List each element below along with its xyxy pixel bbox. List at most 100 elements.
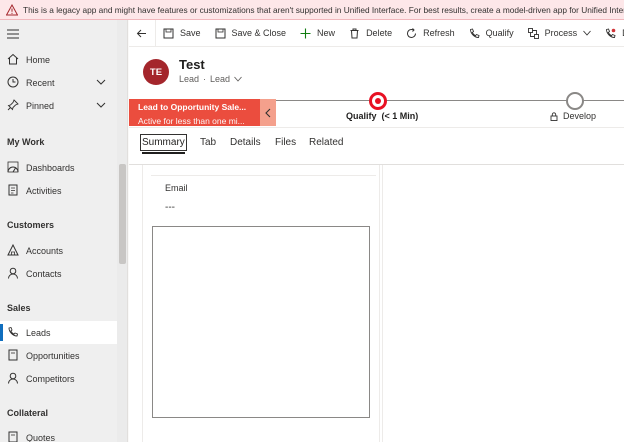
sidebar-item-label: Home: [26, 54, 51, 65]
chevron-down-icon[interactable]: [96, 78, 106, 86]
tab-summary[interactable]: Summary: [140, 134, 187, 154]
refresh-icon: [407, 27, 417, 38]
separator-dot: ·: [203, 74, 207, 84]
tab-files-label: Files: [275, 137, 297, 148]
tab-tab[interactable]: Tab: [200, 137, 216, 148]
embedded-frame[interactable]: [152, 226, 370, 418]
sidebar-item-label: Contacts: [26, 268, 62, 279]
bpf-process-name: Lead to Opportunity Sale...: [138, 102, 247, 112]
bpf-stage-qualify-label[interactable]: Qualify (< 1 Min): [346, 111, 418, 121]
save-and-close-button[interactable]: Save & Close: [208, 20, 294, 46]
person-icon: [8, 267, 18, 279]
bpf-stage-qualify-marker[interactable]: [369, 92, 387, 110]
sidebar-item-quotes[interactable]: Quotes: [0, 426, 117, 442]
overflow-command-button[interactable]: Di: [598, 20, 624, 46]
business-process-flow: Lead to Opportunity Sale... Active for l…: [129, 92, 624, 128]
phone-disconnect-icon: [606, 27, 616, 38]
arrow-left-icon: [136, 29, 146, 37]
sidebar-item-label: Recent: [26, 77, 55, 88]
qualify-label: Qualify: [485, 28, 514, 38]
sidebar-item-recent[interactable]: Recent: [0, 71, 117, 94]
sidebar-item-label: Competitors: [26, 373, 75, 384]
bpf-collapse-button[interactable]: [260, 99, 276, 126]
save-icon: [215, 28, 226, 38]
email-field-label: Email: [165, 183, 188, 193]
home-icon: [7, 53, 19, 65]
entity-name: Lead: [179, 74, 200, 84]
sidebar-item-label: Pinned: [26, 100, 55, 111]
process-button[interactable]: Process: [521, 20, 599, 46]
sidebar-group-customers: Customers: [7, 220, 55, 230]
sidebar-item-label: Accounts: [26, 245, 64, 256]
tab-related-label: Related: [309, 137, 344, 148]
chevron-down-icon[interactable]: [234, 76, 242, 82]
sidebar-group-my-work: My Work: [7, 137, 45, 147]
document-icon: [8, 349, 18, 361]
activities-icon: [8, 184, 18, 196]
tab-files[interactable]: Files: [275, 137, 296, 148]
right-column: [382, 165, 624, 442]
record-title: Test: [179, 57, 205, 72]
trash-icon: [350, 28, 359, 38]
sidebar-item-pinned[interactable]: Pinned: [0, 94, 117, 117]
sidebar-item-label: Leads: [26, 327, 51, 338]
delete-label: Delete: [366, 28, 393, 38]
back-button[interactable]: [129, 20, 156, 46]
section-divider: [151, 175, 376, 176]
bpf-stage-develop-marker[interactable]: [566, 92, 584, 110]
record-subtitle: Lead · Lead: [179, 74, 242, 84]
sidebar-item-label: Dashboards: [26, 162, 75, 173]
chevron-down-icon[interactable]: [96, 101, 106, 109]
building-icon: [7, 244, 19, 256]
refresh-button[interactable]: Refresh: [399, 20, 462, 46]
tab-related[interactable]: Related: [309, 137, 343, 148]
sidebar-group-collateral: Collateral: [7, 408, 49, 418]
email-field[interactable]: ---: [165, 202, 175, 213]
process-icon: [527, 27, 539, 39]
tab-tab-label: Tab: [200, 137, 217, 148]
sidebar-item-label: Activities: [26, 185, 62, 196]
pin-icon: [7, 99, 19, 111]
sidebar-item-leads[interactable]: Leads: [0, 321, 117, 344]
form-tab-list: Summary Tab Details Files Related: [129, 128, 624, 165]
dashboard-icon: [7, 161, 19, 173]
bpf-stage-qualify-duration: (< 1 Min): [381, 111, 419, 121]
sidebar-item-activities[interactable]: Activities: [0, 179, 117, 202]
save-label: Save: [180, 28, 201, 38]
plus-icon: [300, 28, 311, 38]
tab-focus-outline: [140, 134, 187, 151]
tab-details[interactable]: Details: [230, 137, 261, 148]
sidebar-item-dashboards[interactable]: Dashboards: [0, 156, 117, 179]
bpf-process-flyout[interactable]: Lead to Opportunity Sale... Active for l…: [129, 99, 260, 126]
clock-icon: [7, 76, 19, 88]
sidebar-item-opportunities[interactable]: Opportunities: [0, 344, 117, 367]
new-button[interactable]: New: [293, 20, 342, 46]
avatar: TE: [143, 59, 169, 85]
legacy-app-warning-banner: This is a legacy app and might have feat…: [0, 0, 624, 20]
process-label: Process: [544, 28, 578, 38]
form-selector[interactable]: Lead: [210, 74, 230, 84]
delete-button[interactable]: Delete: [342, 20, 399, 46]
bpf-process-duration: Active for less than one mi...: [138, 116, 245, 126]
sidebar-item-home[interactable]: Home: [0, 48, 117, 71]
bpf-stage-develop-label[interactable]: Develop: [550, 111, 596, 121]
hamburger-menu-icon[interactable]: [7, 29, 19, 39]
warning-icon: [6, 3, 18, 15]
refresh-label: Refresh: [423, 28, 455, 38]
record-header: TE Test Lead · Lead: [129, 47, 624, 97]
tab-details-label: Details: [230, 137, 261, 148]
sidebar-scrollbar-thumb[interactable]: [119, 164, 126, 264]
phone-check-icon: [469, 27, 480, 38]
sidebar-item-contacts[interactable]: Contacts: [0, 262, 117, 285]
save-button[interactable]: Save: [156, 20, 208, 46]
document-icon: [8, 431, 18, 442]
summary-section: Email ---: [142, 165, 380, 442]
sidebar-item-competitors[interactable]: Competitors: [0, 367, 117, 390]
bpf-stage-qualify-name: Qualify: [346, 111, 377, 121]
sitemap-sidebar: Home Recent Pinned My Work Dashboards Ac…: [0, 20, 128, 442]
banner-text: This is a legacy app and might have feat…: [23, 4, 624, 15]
sidebar-item-accounts[interactable]: Accounts: [0, 239, 117, 262]
sidebar-item-label: Quotes: [26, 432, 56, 442]
person-icon: [8, 372, 18, 384]
qualify-button[interactable]: Qualify: [462, 20, 521, 46]
